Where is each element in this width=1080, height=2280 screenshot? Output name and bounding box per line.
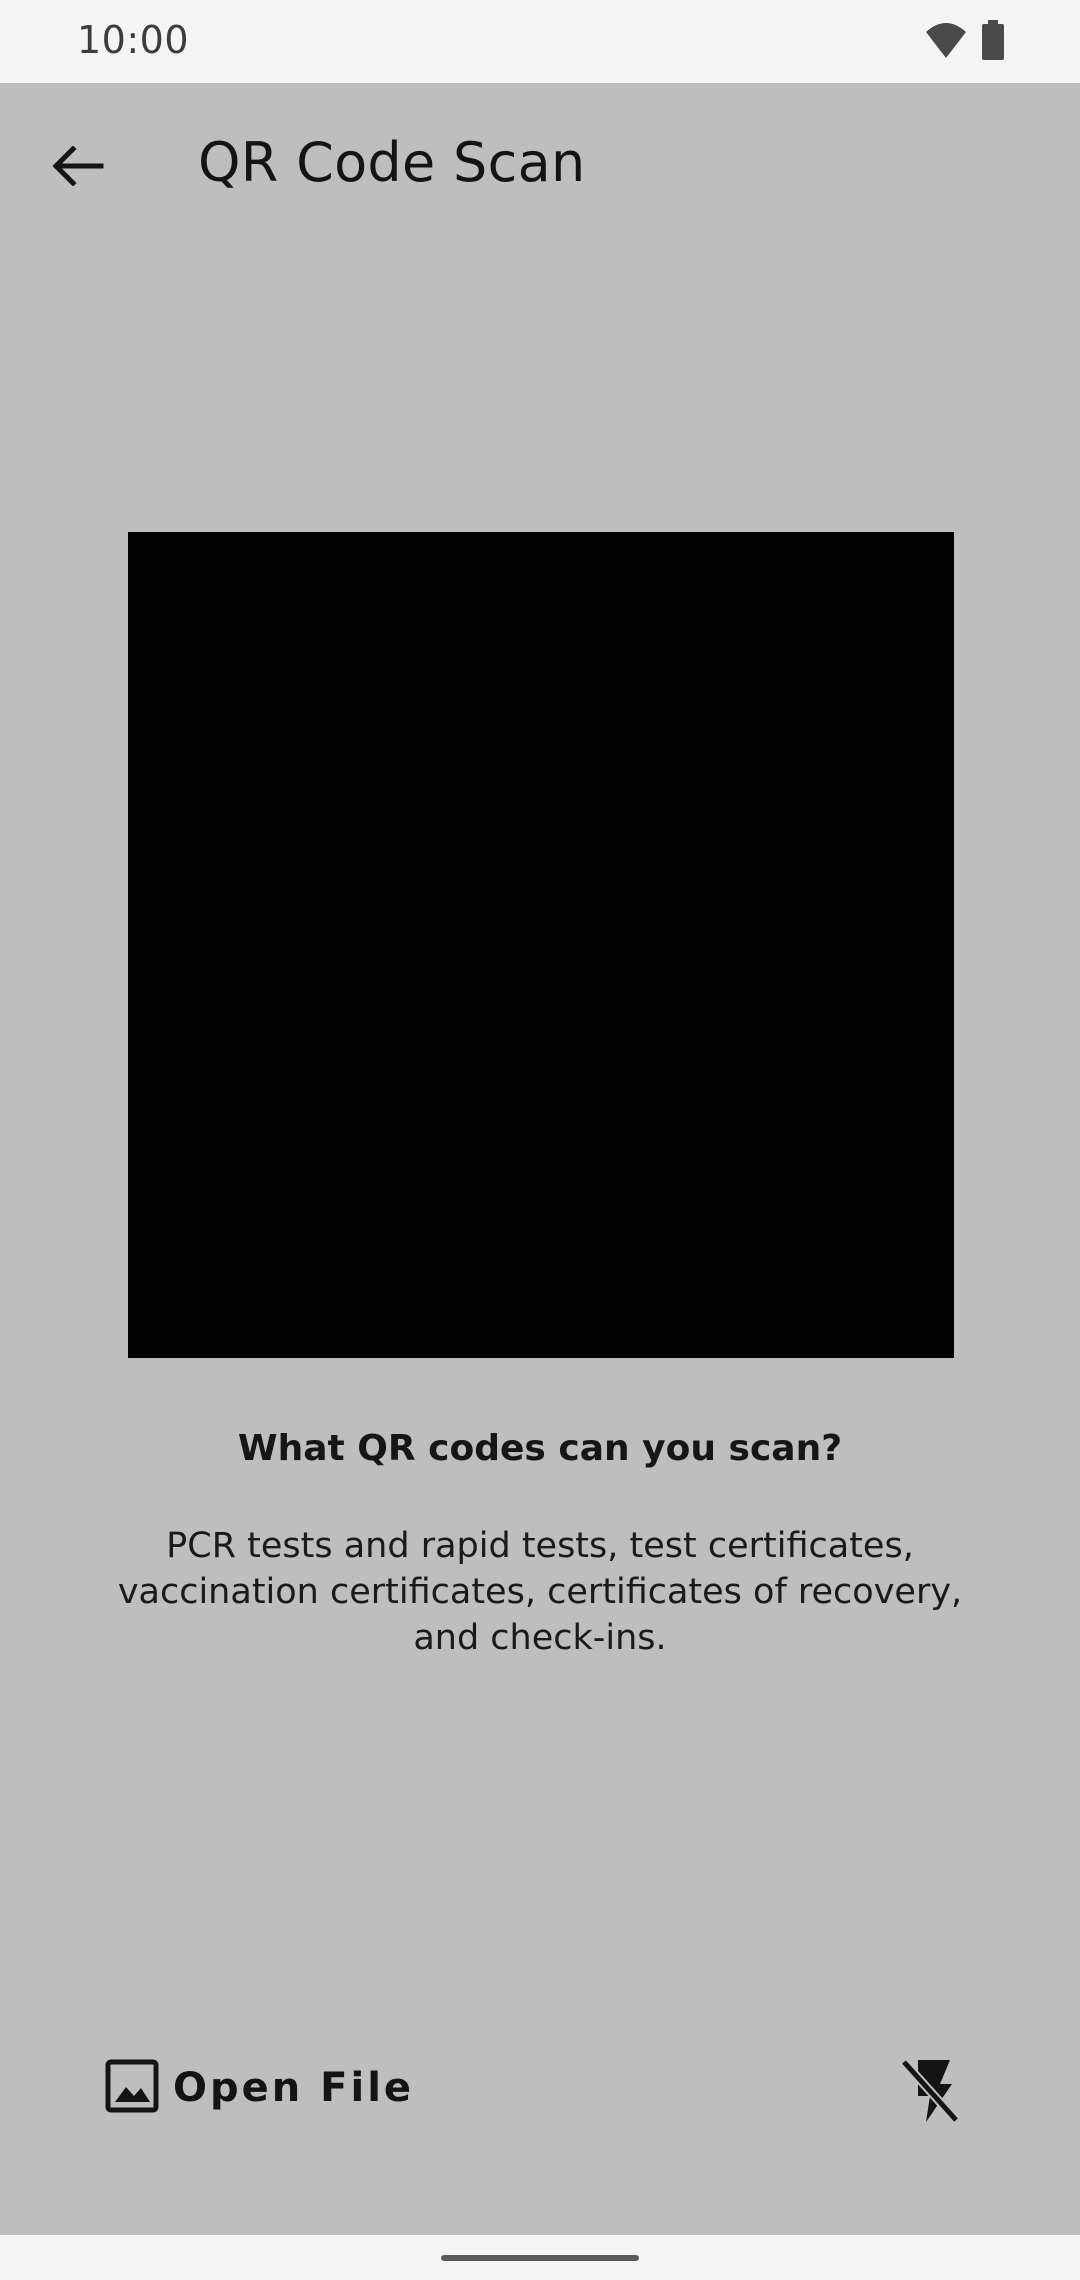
arrow-left-icon [51,144,105,191]
back-button[interactable] [36,126,120,210]
open-file-label: Open File [173,2065,415,2111]
navigation-bar [0,2235,1080,2280]
flash-toggle-button[interactable] [880,2043,980,2143]
toolbar: QR Code Scan [0,83,1080,243]
home-indicator[interactable] [441,2255,639,2261]
scan-info-heading: What QR codes can you scan? [237,1428,843,1469]
image-icon [105,2059,159,2118]
status-bar: 10:00 [0,0,1080,83]
battery-icon [981,20,1005,65]
scan-info-body: PCR tests and rapid tests, test certific… [117,1526,963,1658]
qr-scan-screen: QR Code Scan What QR codes can you scan?… [0,83,1080,2235]
status-time: 10:00 [77,18,190,62]
status-icons [925,20,1005,65]
wifi-icon [925,20,967,65]
flash-off-icon [900,2058,960,2129]
camera-viewfinder [128,532,954,1358]
open-file-button[interactable]: Open File [105,2043,414,2133]
page-title: QR Code Scan [198,131,586,194]
